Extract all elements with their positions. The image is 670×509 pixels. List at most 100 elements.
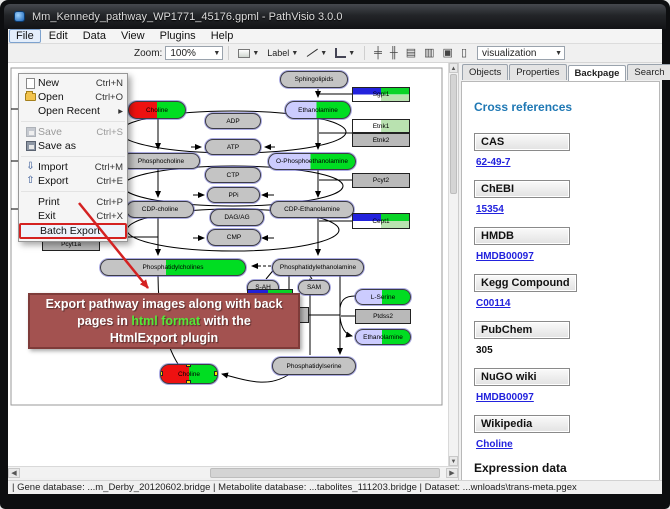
selection-handle[interactable] [160,371,163,376]
selection-handle[interactable] [214,371,218,376]
pathway-node-phosphatidylethanolamine[interactable]: Phosphatidylethanolamine [272,259,364,276]
pathway-node-cmp[interactable]: CMP [207,229,261,246]
align-center-x-button[interactable]: ╪ [370,46,386,61]
tab-objects[interactable]: Objects [462,64,508,80]
file-menu-item-new[interactable]: NewCtrl+N [19,76,127,90]
xref-header: CAS [474,133,570,151]
screenshot: Mm_Kennedy_pathway_WP1771_45176.gpml - P… [0,0,670,509]
zoom-combobox[interactable]: 100% ▼ [165,46,223,60]
scroll-right-icon[interactable]: ▶ [446,468,458,478]
menubar-item-help[interactable]: Help [204,29,241,43]
scroll-left-icon[interactable]: ◀ [8,468,20,478]
file-menu-item-batch-export[interactable]: Batch Export [19,223,127,239]
menubar-item-edit[interactable]: Edit [42,29,75,43]
selection-handle[interactable] [160,364,163,367]
connector-tool-button[interactable]: ▼ [331,46,359,60]
xref-link[interactable]: Choline [476,439,649,450]
tab-properties[interactable]: Properties [509,64,566,80]
pathway-node-phosphatidylcholines[interactable]: Phosphatidylcholines [100,259,246,276]
xref-section-cas: CAS 62-49-7 [474,132,649,168]
horizontal-scroll-track[interactable] [20,468,446,478]
selection-handle[interactable] [214,364,218,367]
pathway-node-ptdss2[interactable]: Ptdss2 [355,309,411,324]
open-folder-icon [23,93,38,101]
file-menu-item-open[interactable]: OpenCtrl+O [19,90,127,104]
save-as-icon [23,141,38,151]
stack-columns-icon: ▥ [424,48,434,59]
stack-rows-button[interactable]: ▤ [402,46,420,61]
file-menu-item-export[interactable]: ⇧ExportCtrl+E [19,174,127,188]
pathway-node-cept1[interactable]: Cept1 [352,213,410,229]
pathway-node-ethanolamine[interactable]: Ethanolamine [355,329,411,345]
annotation-callout: Export pathway images along with back pa… [28,293,300,349]
align-center-y-button[interactable]: ╫ [386,46,402,61]
xref-link[interactable]: 15354 [476,204,649,215]
pathway-node-adp[interactable]: ADP [205,113,261,129]
stack-columns-button[interactable]: ▥ [420,46,438,61]
vertical-scroll-thumb[interactable] [450,74,457,194]
vertical-scrollbar[interactable]: ▲ ▼ [448,63,458,466]
align-center-y-icon: ╫ [390,48,398,59]
selection-handle[interactable] [160,380,163,384]
scroll-down-icon[interactable]: ▼ [449,456,458,466]
xref-header: Kegg Compound [474,274,577,292]
visualization-value: visualization [482,48,550,59]
stack-rows-icon: ▤ [406,48,416,59]
pathway-node-cdp-ethanolamine[interactable]: CDP-Ethanolamine [270,201,354,218]
selection-handle[interactable] [186,380,191,384]
menubar-item-file[interactable]: File [9,29,41,43]
common-width-button[interactable]: ▣ [439,46,457,61]
pathway-node-ethanolamine[interactable]: Ethanolamine [285,101,351,119]
pathway-node-sphingolipids[interactable]: Sphingolipids [280,71,348,88]
pathway-node-choline[interactable]: Choline [160,364,218,384]
statusbar: | Gene database: ...m_Derby_20120602.bri… [8,480,662,494]
titlebar[interactable]: Mm_Kennedy_pathway_WP1771_45176.gpml - P… [4,4,666,29]
xref-header: NuGO wiki [474,368,570,386]
pathway-node-o-phosphoethanolamine[interactable]: O-Phosphoethanolamine [268,153,356,170]
file-menu-item-save-as[interactable]: Save as [19,139,127,153]
pathway-node-ctp[interactable]: CTP [205,167,261,183]
pathway-node-pcyt2[interactable]: Pcyt2 [352,173,410,188]
menubar-item-view[interactable]: View [114,29,152,43]
file-menu-item-exit[interactable]: ExitCtrl+X [19,209,127,223]
chevron-down-icon: ▼ [213,50,220,57]
annotation-line3: HtmlExport plugin [30,330,298,347]
pathway-node-ppi[interactable]: PPi [207,187,260,203]
visualization-combobox[interactable]: visualization ▼ [477,46,565,60]
scroll-up-icon[interactable]: ▲ [449,63,458,73]
pathway-node-l-serine[interactable]: L-Serine [355,289,411,305]
xref-header: HMDB [474,227,570,245]
datanode-button[interactable]: ▼ [234,47,263,60]
xref-link[interactable]: 62-49-7 [476,157,649,168]
menubar-item-data[interactable]: Data [76,29,113,43]
pathway-node-atp[interactable]: ATP [205,139,261,155]
common-height-button[interactable]: ▯ [457,46,471,61]
menu-item-shortcut: Ctrl+N [96,78,123,89]
selection-handle[interactable] [214,380,218,384]
file-menu-item-import[interactable]: ⇩ImportCtrl+M [19,160,127,174]
xref-link[interactable]: HMDB00097 [476,392,649,403]
file-menu-item-open-recent[interactable]: Open Recent▸ [19,104,127,118]
file-menu-item-save[interactable]: SaveCtrl+S [19,125,127,139]
line-tool-button[interactable]: ▼ [302,46,331,60]
tab-search[interactable]: Search [627,64,670,80]
xref-link[interactable]: C00114 [476,298,649,309]
annotation-line2: pages in html format with the [30,313,298,330]
pathway-node-phosphatidylserine[interactable]: Phosphatidylserine [272,357,356,375]
pathway-node-cdp-choline[interactable]: CDP-choline [126,201,194,218]
pathway-node-dag-ag[interactable]: DAG/AG [210,209,264,226]
pathway-node-sgpl1[interactable]: Sgpl1 [352,87,410,102]
label-tool-button[interactable]: Label▼ [263,46,302,60]
horizontal-scroll-thumb[interactable] [210,468,440,478]
pathway-node-etnk2[interactable]: Etnk2 [352,133,410,147]
xref-link[interactable]: HMDB00097 [476,251,649,262]
horizontal-scrollbar[interactable]: ◀ ▶ [8,466,458,478]
pathway-node-etnk1[interactable]: Etnk1 [352,119,410,133]
pathway-node-choline[interactable]: Choline [128,101,186,119]
pathway-node-sam[interactable]: SAM [298,280,330,295]
selection-handle[interactable] [186,364,191,367]
tab-backpage[interactable]: Backpage [568,65,627,81]
pathway-node-phosphocholine[interactable]: Phosphocholine [122,153,200,169]
file-menu-item-print[interactable]: PrintCtrl+P [19,195,127,209]
menubar-item-plugins[interactable]: Plugins [153,29,203,43]
